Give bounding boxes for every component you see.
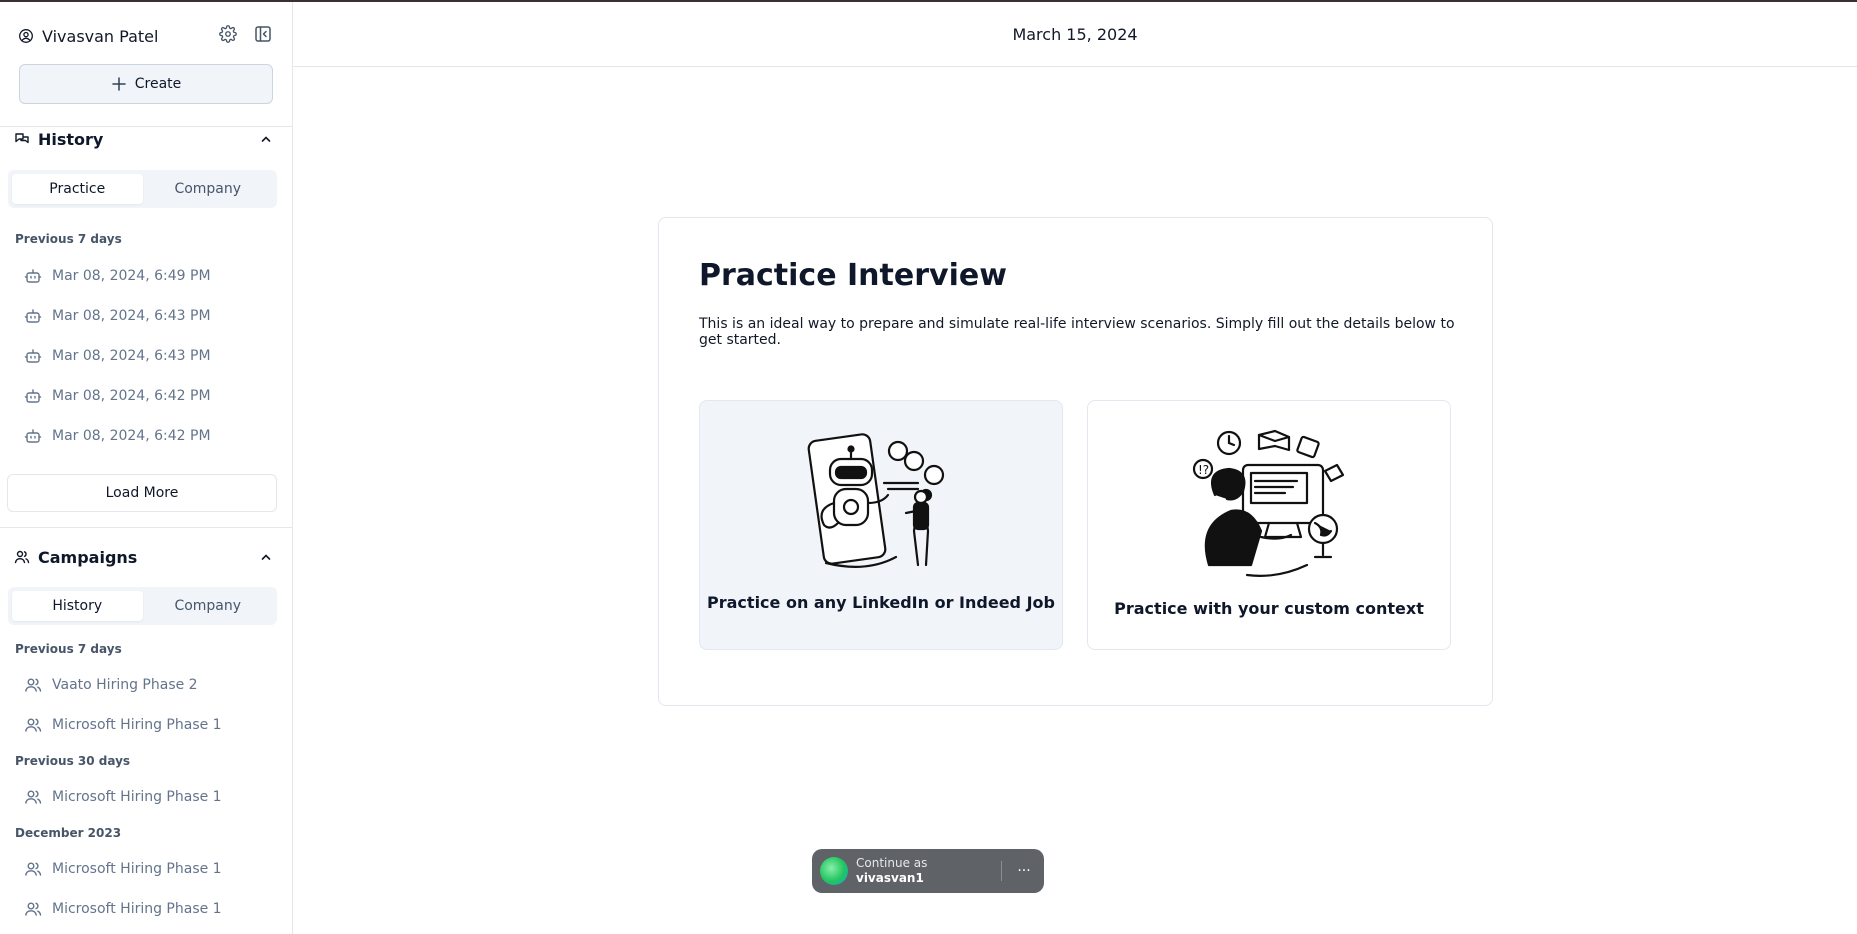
svg-text:!?: !? (1198, 463, 1209, 477)
user-name: Vivasvan Patel (42, 26, 159, 46)
campaign-item-label: Vaato Hiring Phase 2 (52, 677, 198, 693)
campaign-item-label: Microsoft Hiring Phase 1 (52, 861, 222, 877)
users-icon (14, 549, 30, 565)
campaign-item[interactable]: Microsoft Hiring Phase 1 (24, 853, 274, 885)
load-more-button[interactable]: Load More (7, 474, 277, 512)
option-custom-context[interactable]: !? Practice with your custom context (1087, 400, 1451, 650)
campaign-item-label: Microsoft Hiring Phase 1 (52, 717, 222, 733)
user-circle-icon (18, 28, 34, 44)
history-title: History (38, 129, 104, 149)
tab-company[interactable]: Company (143, 174, 274, 204)
campaigns-collapse-toggle[interactable] (256, 547, 276, 567)
bot-icon (24, 267, 42, 285)
history-collapse-toggle[interactable] (256, 129, 276, 149)
chevron-up-icon (261, 554, 271, 560)
history-item-label: Mar 08, 2024, 6:43 PM (52, 348, 211, 364)
collapse-sidebar-button[interactable] (251, 24, 275, 48)
bot-icon (24, 307, 42, 325)
history-item[interactable]: Mar 08, 2024, 6:43 PM (24, 340, 274, 372)
history-item[interactable]: Mar 08, 2024, 6:43 PM (24, 300, 274, 332)
sidebar-divider (0, 527, 292, 528)
continue-as-label: Continue as (856, 856, 928, 870)
option-custom-context-label: Practice with your custom context (1114, 599, 1424, 618)
bot-icon (24, 347, 42, 365)
history-item-label: Mar 08, 2024, 6:42 PM (52, 428, 211, 444)
campaign-item-label: Microsoft Hiring Phase 1 (52, 789, 222, 805)
history-item[interactable]: Mar 08, 2024, 6:49 PM (24, 260, 274, 292)
campaign-group-label: Previous 7 days (15, 642, 122, 656)
campaign-group-label: December 2023 (15, 826, 122, 840)
sidebar: Vivasvan Patel Create History Practice C… (0, 2, 293, 934)
history-tabs: Practice Company (8, 170, 277, 208)
chevron-up-icon (261, 136, 271, 142)
continue-as-username: vivasvan1 (856, 871, 924, 885)
option-linkedin-indeed[interactable]: Practice on any LinkedIn or Indeed Job (699, 400, 1063, 650)
tab-practice[interactable]: Practice (12, 174, 143, 204)
robot-interview-illustration (807, 433, 945, 568)
history-item-label: Mar 08, 2024, 6:43 PM (52, 308, 211, 324)
current-date: March 15, 2024 (1012, 24, 1138, 44)
gear-icon (219, 25, 237, 47)
history-icon (14, 131, 30, 147)
campaign-group-label: Previous 30 days (15, 754, 131, 768)
users-icon (24, 716, 42, 734)
bot-icon (24, 387, 42, 405)
users-icon (24, 900, 42, 918)
pill-separator (1001, 861, 1002, 881)
avatar (820, 857, 848, 885)
history-section-header: History (14, 125, 276, 153)
history-item-label: Mar 08, 2024, 6:42 PM (52, 388, 211, 404)
google-continue-as-prompt[interactable]: Continue as vivasvan1 ··· (812, 849, 1044, 893)
tab-history[interactable]: History (12, 591, 143, 621)
users-icon (24, 676, 42, 694)
option-linkedin-indeed-label: Practice on any LinkedIn or Indeed Job (707, 593, 1055, 612)
history-item-label: Mar 08, 2024, 6:49 PM (52, 268, 211, 284)
campaigns-title: Campaigns (38, 547, 138, 567)
history-group-label: Previous 7 days (15, 232, 122, 246)
collapse-sidebar-icon (254, 25, 272, 47)
create-button-label: Create (134, 76, 182, 92)
settings-button[interactable] (216, 24, 240, 48)
more-options-button[interactable]: ··· (1012, 859, 1036, 883)
person-at-computer-illustration: !? (1192, 429, 1345, 577)
page-title: Practice Interview (699, 258, 1007, 293)
campaigns-section-header: Campaigns (14, 543, 276, 571)
campaign-item-label: Microsoft Hiring Phase 1 (52, 901, 222, 917)
page-header: March 15, 2024 (293, 2, 1857, 67)
create-button[interactable]: Create (19, 64, 273, 104)
campaign-item[interactable]: Microsoft Hiring Phase 1 (24, 709, 274, 741)
campaign-item[interactable]: Vaato Hiring Phase 2 (24, 669, 274, 701)
bot-icon (24, 427, 42, 445)
users-icon (24, 860, 42, 878)
campaign-item[interactable]: Microsoft Hiring Phase 1 (24, 781, 274, 813)
campaigns-tabs: History Company (8, 587, 277, 625)
history-item[interactable]: Mar 08, 2024, 6:42 PM (24, 380, 274, 412)
tab-company[interactable]: Company (143, 591, 274, 621)
page-description: This is an ideal way to prepare and simu… (699, 316, 1455, 348)
campaign-item[interactable]: Microsoft Hiring Phase 1 (24, 893, 274, 925)
main-content: March 15, 2024 Practice Interview This i… (293, 2, 1857, 934)
plus-icon (111, 76, 127, 92)
continue-as-text: Continue as vivasvan1 (856, 856, 927, 886)
users-icon (24, 788, 42, 806)
history-item[interactable]: Mar 08, 2024, 6:42 PM (24, 420, 274, 452)
practice-interview-card: Practice Interview This is an ideal way … (658, 217, 1493, 706)
